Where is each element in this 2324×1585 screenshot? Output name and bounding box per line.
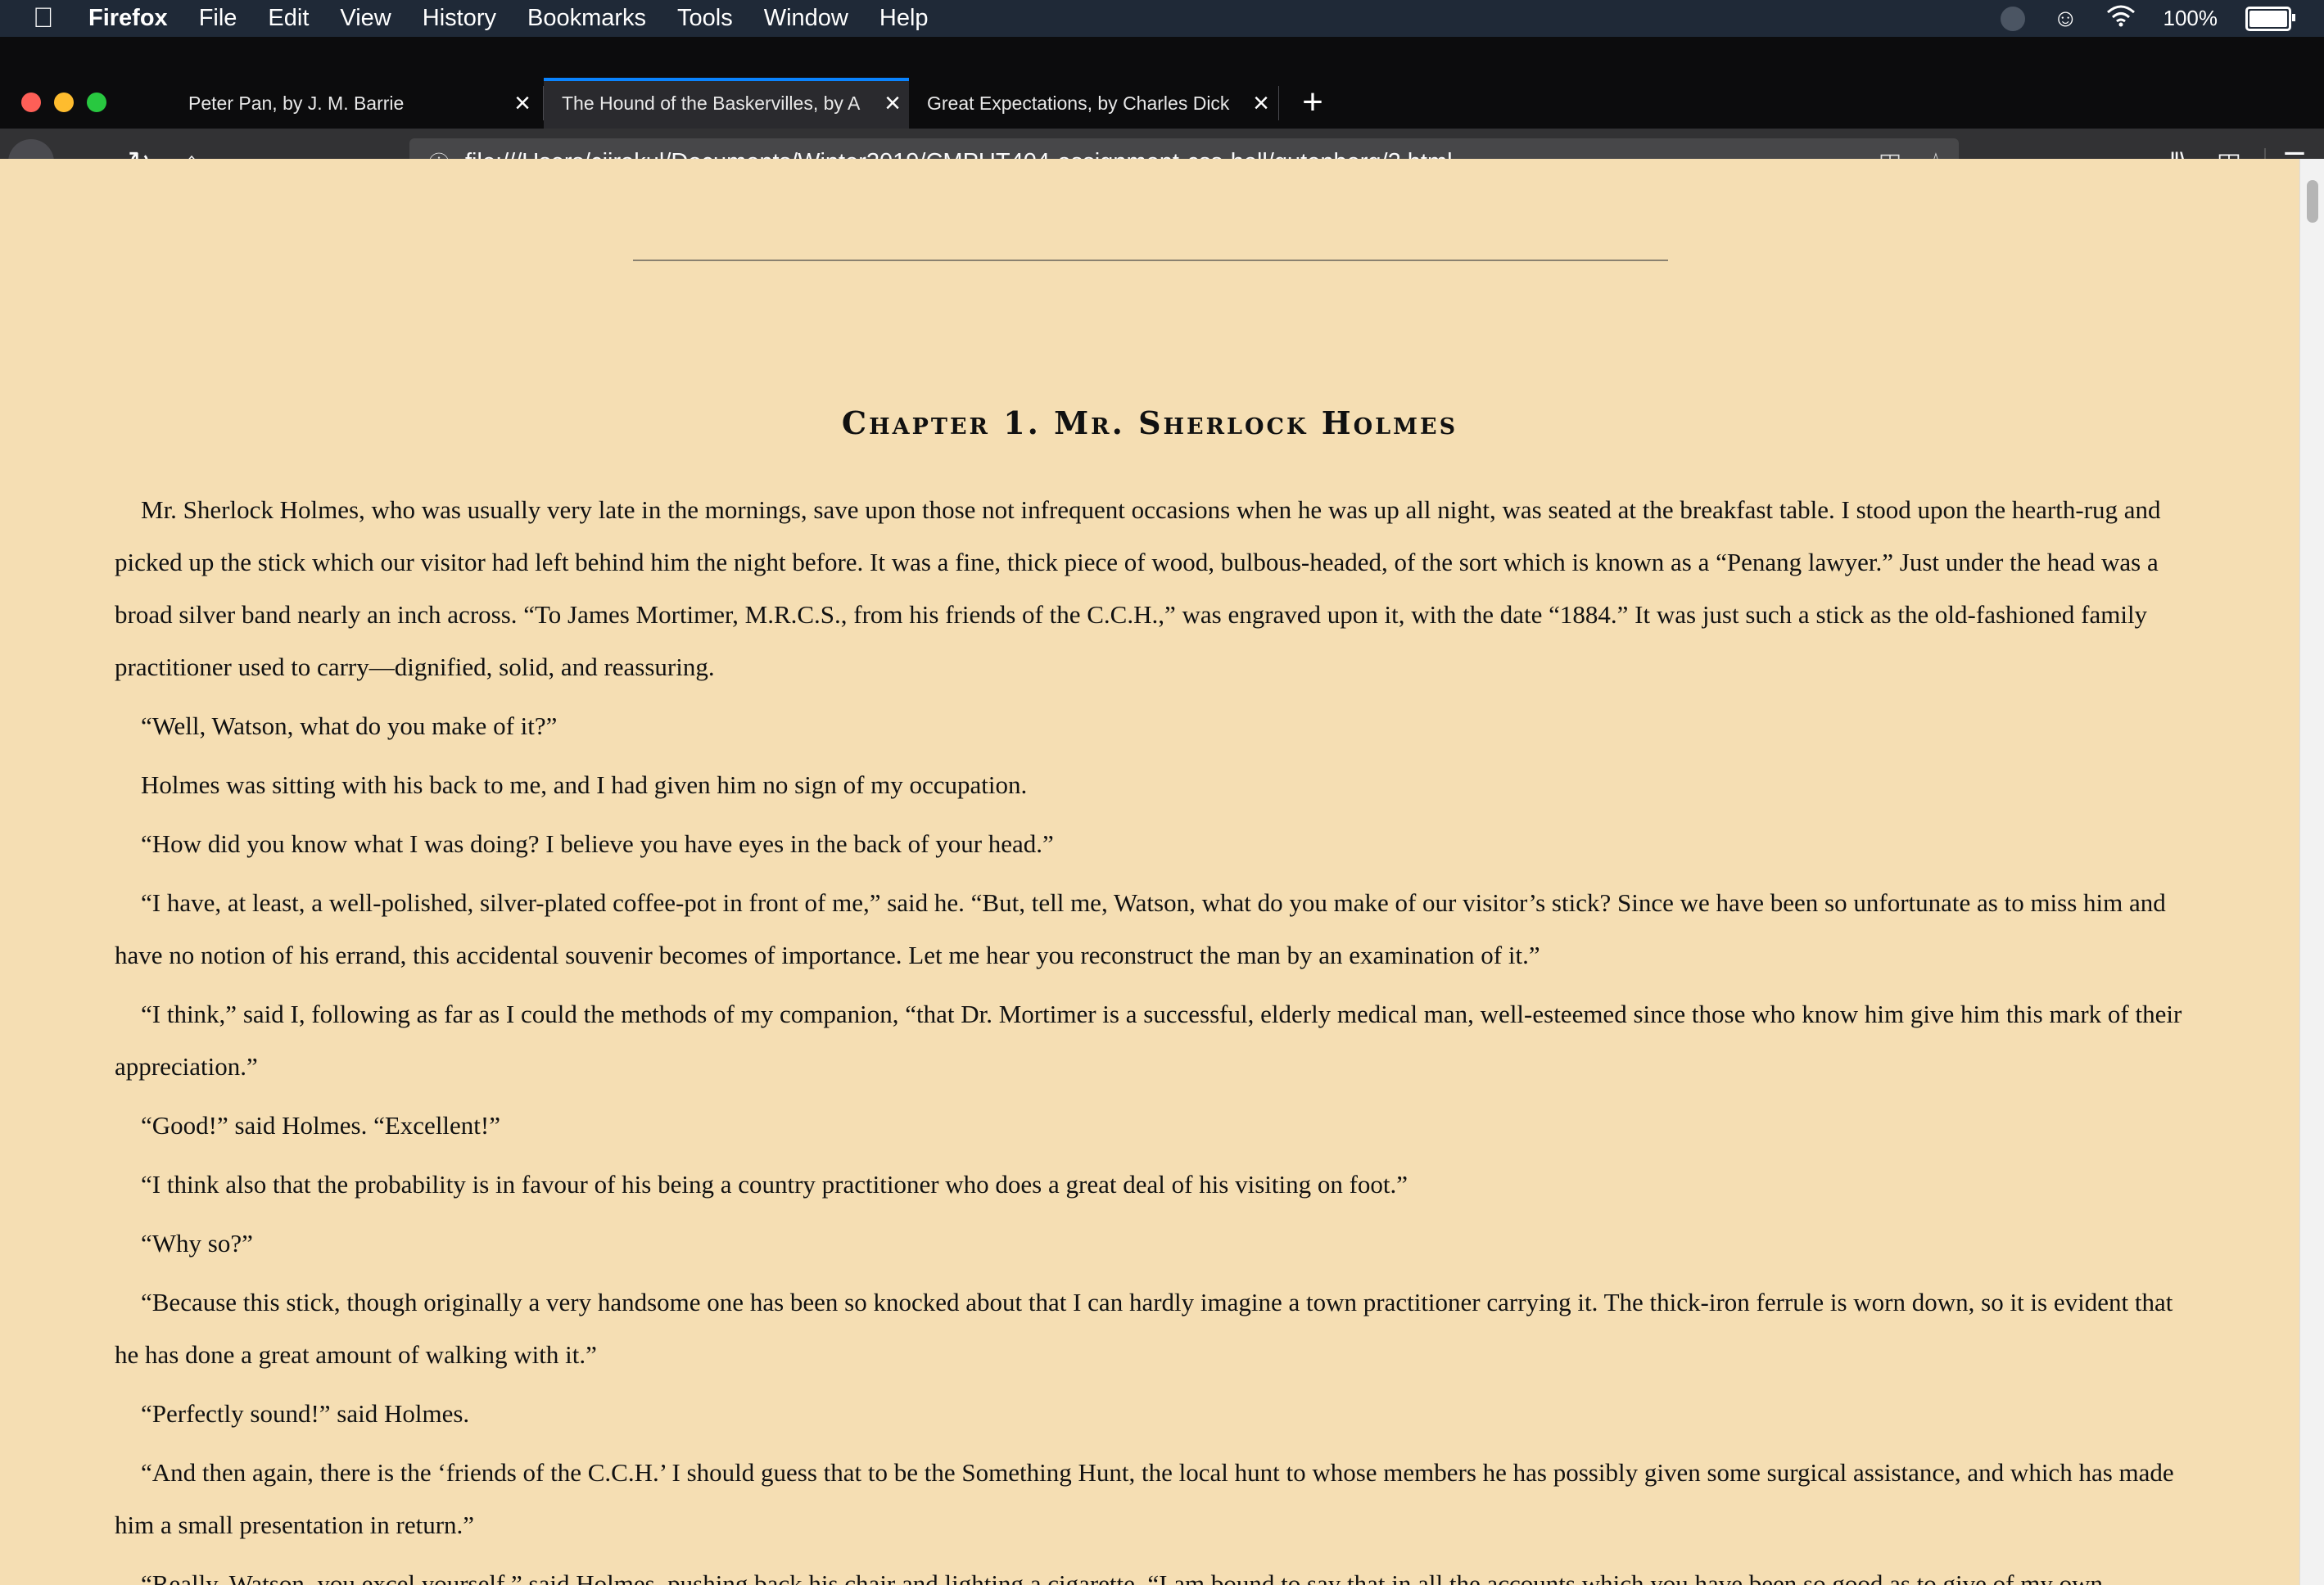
battery-icon[interactable] <box>2245 6 2295 31</box>
paragraph: Mr. Sherlock Holmes, who was usually ver… <box>115 495 2161 681</box>
macos-menu-bar:  Firefox File Edit View History Bookmar… <box>0 0 2324 37</box>
tab-title: The Hound of the Baskervilles, by A <box>562 92 861 114</box>
paragraph: “Really, Watson, you excel yourself,” sa… <box>141 1569 2103 1585</box>
menu-help[interactable]: Help <box>879 5 929 32</box>
window-controls <box>21 93 106 112</box>
paragraph: “How did you know what I was doing? I be… <box>141 829 1054 858</box>
zoom-window-button[interactable] <box>87 93 106 112</box>
minimize-window-button[interactable] <box>54 93 74 112</box>
paragraph: Holmes was sitting with his back to me, … <box>141 770 1028 799</box>
menu-window[interactable]: Window <box>764 5 848 32</box>
paragraph: “Good!” said Holmes. “Excellent!” <box>141 1111 500 1140</box>
evernote-icon[interactable]: ☺ <box>2053 5 2078 33</box>
status-circle-icon[interactable] <box>2000 6 2025 31</box>
menu-file[interactable]: File <box>199 5 237 32</box>
new-tab-button[interactable]: + <box>1290 79 1336 125</box>
tab-title: Great Expectations, by Charles Dick <box>927 92 1230 114</box>
battery-percent[interactable]: 100% <box>2163 6 2218 31</box>
paragraph: “I have, at least, a well-polished, silv… <box>115 888 2166 969</box>
menu-edit[interactable]: Edit <box>268 5 309 32</box>
tab-title: Peter Pan, by J. M. Barrie <box>188 92 405 114</box>
battery-fill <box>2249 10 2287 27</box>
menu-history[interactable]: History <box>423 5 496 32</box>
chapter-body: Mr. Sherlock Holmes, who was usually ver… <box>115 484 2186 1585</box>
paragraph: “I think,” said I, following as far as I… <box>115 1000 2182 1081</box>
tab-separator <box>1278 86 1279 120</box>
close-window-button[interactable] <box>21 93 41 112</box>
close-tab-icon[interactable]: × <box>506 88 539 120</box>
vertical-scrollbar[interactable] <box>2299 159 2324 1585</box>
chapter-heading: Chapter 1. Mr. Sherlock Holmes <box>841 404 1458 441</box>
wifi-icon[interactable] <box>2106 4 2136 33</box>
menubar-status-area: ☺ 100% <box>2000 0 2295 37</box>
horizontal-rule <box>633 260 1668 261</box>
tab-strip: Peter Pan, by J. M. Barrie × The Hound o… <box>0 37 2324 197</box>
paragraph: “Why so?” <box>141 1229 253 1258</box>
paragraph: “I think also that the probability is in… <box>141 1170 1408 1199</box>
tab-hound-of-the-baskervilles[interactable]: The Hound of the Baskervilles, by A × <box>544 78 909 129</box>
menu-bookmarks[interactable]: Bookmarks <box>527 5 646 32</box>
close-tab-icon[interactable]: × <box>1245 88 1277 120</box>
menu-tools[interactable]: Tools <box>677 5 733 32</box>
tab-great-expectations[interactable]: Great Expectations, by Charles Dick × <box>909 78 1277 129</box>
paragraph: “Perfectly sound!” said Holmes. <box>141 1399 470 1428</box>
tab-peter-pan[interactable]: Peter Pan, by J. M. Barrie × <box>170 78 539 129</box>
scrollbar-thumb[interactable] <box>2307 180 2318 223</box>
page-content: Chapter 1. Mr. Sherlock Holmes Mr. Sherl… <box>0 159 2299 1585</box>
apple-menu-icon[interactable]:  <box>33 2 69 34</box>
paragraph: “Because this stick, though originally a… <box>115 1288 2173 1369</box>
menu-app-firefox[interactable]: Firefox <box>88 5 168 32</box>
close-tab-icon[interactable]: × <box>876 88 909 120</box>
paragraph: “Well, Watson, what do you make of it?” <box>141 711 558 740</box>
menu-view[interactable]: View <box>340 5 391 32</box>
paragraph: “And then again, there is the ‘friends o… <box>115 1458 2174 1539</box>
